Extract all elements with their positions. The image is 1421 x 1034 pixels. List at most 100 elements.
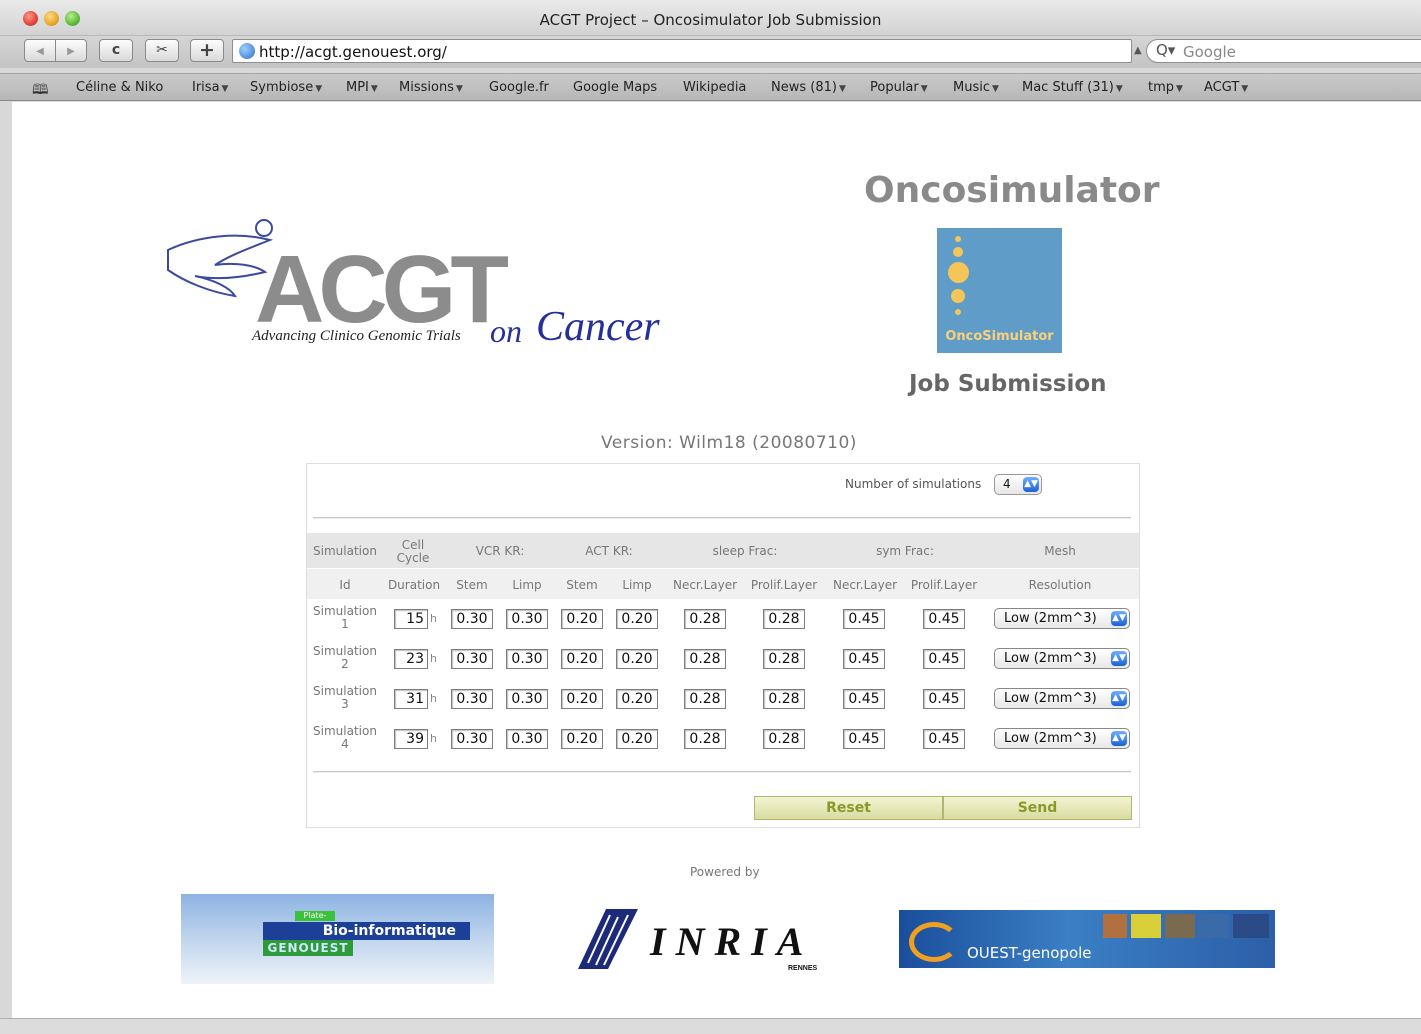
bookmark-item[interactable]: Wikipedia xyxy=(683,80,746,95)
sym-prolif-input[interactable]: 0.45 xyxy=(923,729,965,749)
act-stem-input[interactable]: 0.20 xyxy=(561,609,603,629)
act-stem-input[interactable]: 0.20 xyxy=(561,729,603,749)
act-limp-input[interactable]: 0.20 xyxy=(616,729,658,749)
acgt-logo: ACGT Advancing Clinico Genomic Trials on… xyxy=(167,219,660,350)
dot-icon xyxy=(948,262,969,283)
chevron-down-icon: ▼ xyxy=(370,84,378,94)
search-input[interactable]: Q▾ Google xyxy=(1146,39,1421,63)
sym-necr-input[interactable]: 0.45 xyxy=(843,609,885,629)
bookmark-item[interactable]: Google.fr xyxy=(489,80,549,95)
sleep-prolif-input[interactable]: 0.28 xyxy=(763,649,805,669)
sym-necr-input[interactable]: 0.45 xyxy=(843,729,885,749)
reload-icon: c xyxy=(111,42,121,58)
simulation-label: Simulation 4 xyxy=(313,724,377,751)
hours-unit: h xyxy=(430,732,437,745)
sleep-prolif-input[interactable]: 0.28 xyxy=(763,609,805,629)
sym-prolif-input[interactable]: 0.45 xyxy=(923,609,965,629)
sym-necr-input[interactable]: 0.45 xyxy=(843,649,885,669)
num-simulations-select[interactable]: 4 ▲▼ xyxy=(994,474,1042,495)
sleep-necr-input[interactable]: 0.28 xyxy=(684,609,726,629)
sym-necr-input[interactable]: 0.45 xyxy=(843,689,885,709)
chevron-down-icon: ▼ xyxy=(1241,84,1249,94)
resolution-select[interactable]: Low (2mm^3) ▲▼ xyxy=(994,728,1130,749)
bookmark-menu[interactable]: Irisa ▼ xyxy=(192,80,228,95)
select-arrows-icon: ▲▼ xyxy=(1111,691,1127,706)
reset-button[interactable]: Reset xyxy=(754,796,943,820)
chevron-down-icon: ▼ xyxy=(315,84,323,94)
act-limp-input[interactable]: 0.20 xyxy=(616,689,658,709)
vcr-limp-input[interactable]: 0.30 xyxy=(506,689,548,709)
bookmark-menu[interactable]: Mac Stuff (31) ▼ xyxy=(1022,80,1123,95)
vcr-stem-input[interactable]: 0.30 xyxy=(451,689,493,709)
acgt-big-text: ACGT xyxy=(255,236,508,343)
bookmark-menu[interactable]: News (81) ▼ xyxy=(771,80,846,95)
job-submission-heading: Job Submission xyxy=(909,371,1107,397)
chevron-down-icon: ▼ xyxy=(1176,84,1183,94)
sleep-necr-input[interactable]: 0.28 xyxy=(684,729,726,749)
plus-icon: + xyxy=(199,39,215,61)
resolution-select[interactable]: Low (2mm^3) ▲▼ xyxy=(994,648,1130,669)
simulation-label: Simulation 3 xyxy=(313,684,377,711)
bookmark-menu[interactable]: Missions ▼ xyxy=(399,80,463,95)
duration-input[interactable]: 31 xyxy=(394,689,428,709)
reload-button[interactable]: c xyxy=(99,39,133,62)
act-stem-input[interactable]: 0.20 xyxy=(561,649,603,669)
hours-unit: h xyxy=(430,612,437,625)
act-limp-input[interactable]: 0.20 xyxy=(616,609,658,629)
bookmark-menu[interactable]: Symbiose ▼ xyxy=(250,80,322,95)
powered-by-label: Powered by xyxy=(690,865,760,879)
vcr-stem-input[interactable]: 0.30 xyxy=(451,609,493,629)
bookmark-menu[interactable]: ACGT ▼ xyxy=(1204,80,1248,95)
sym-prolif-input[interactable]: 0.45 xyxy=(923,689,965,709)
forward-button[interactable]: ▶ xyxy=(55,39,87,62)
sleep-necr-input[interactable]: 0.28 xyxy=(684,689,726,709)
genouest-small-label: Plate-forme xyxy=(295,911,335,930)
vcr-limp-input[interactable]: 0.30 xyxy=(506,649,548,669)
open-book-icon[interactable]: 🕮 xyxy=(32,79,49,103)
send-button[interactable]: Send xyxy=(943,796,1132,820)
url-text: http://acgt.genouest.org/ xyxy=(259,43,447,61)
col-header-sleep-frac: sleep Frac: xyxy=(712,544,778,558)
window-title: ACGT Project – Oncosimulator Job Submiss… xyxy=(539,11,882,29)
oncosimulator-logo: OncoSimulator xyxy=(937,228,1062,353)
sleep-prolif-input[interactable]: 0.28 xyxy=(763,689,805,709)
hours-unit: h xyxy=(430,652,437,665)
hours-unit: h xyxy=(430,692,437,705)
back-button[interactable]: ◀ xyxy=(24,39,56,62)
add-bookmark-button[interactable]: + xyxy=(190,39,224,62)
vcr-stem-input[interactable]: 0.30 xyxy=(451,729,493,749)
sleep-necr-input[interactable]: 0.28 xyxy=(684,649,726,669)
vcr-stem-input[interactable]: 0.30 xyxy=(451,649,493,669)
version-text: Version: Wilm18 (20080710) xyxy=(601,433,857,453)
col-header-id: Id xyxy=(339,578,351,592)
vcr-limp-input[interactable]: 0.30 xyxy=(506,609,548,629)
act-limp-input[interactable]: 0.20 xyxy=(616,649,658,669)
resolution-select[interactable]: Low (2mm^3) ▲▼ xyxy=(994,688,1130,709)
swoosh-icon xyxy=(909,922,959,962)
bookmark-menu[interactable]: MPI ▼ xyxy=(346,80,378,95)
duration-input[interactable]: 15 xyxy=(394,609,428,629)
bookmark-menu[interactable]: Music ▼ xyxy=(953,80,999,95)
bookmark-item[interactable]: Google Maps xyxy=(573,80,657,95)
photo-thumbnail xyxy=(1131,914,1161,938)
snapshot-button[interactable]: ✂ xyxy=(145,39,179,62)
bookmark-menu[interactable]: Popular ▼ xyxy=(870,80,928,95)
select-arrows-icon: ▲▼ xyxy=(1111,651,1127,666)
sym-prolif-input[interactable]: 0.45 xyxy=(923,649,965,669)
duration-input[interactable]: 23 xyxy=(394,649,428,669)
title-bar: ACGT Project – Oncosimulator Job Submiss… xyxy=(0,0,1421,36)
resolution-select[interactable]: Low (2mm^3) ▲▼ xyxy=(994,608,1130,629)
address-bar[interactable]: http://acgt.genouest.org/ xyxy=(232,39,1132,63)
duration-input[interactable]: 39 xyxy=(394,729,428,749)
browser-toolbar: ◀ ▶ c ✂ + http://acgt.genouest.org/ ▲ Q▾… xyxy=(0,36,1421,68)
dot-icon xyxy=(953,247,963,257)
rss-icon[interactable]: ▲ xyxy=(1134,45,1142,56)
act-stem-input[interactable]: 0.20 xyxy=(561,689,603,709)
bookmark-item[interactable]: Céline & Niko xyxy=(76,80,163,95)
sleep-prolif-input[interactable]: 0.28 xyxy=(763,729,805,749)
halo-icon xyxy=(255,219,273,237)
back-arrow-icon: ◀ xyxy=(36,46,44,57)
status-bar xyxy=(0,1018,1421,1034)
vcr-limp-input[interactable]: 0.30 xyxy=(506,729,548,749)
bookmark-menu[interactable]: tmp ▼ xyxy=(1148,80,1183,95)
